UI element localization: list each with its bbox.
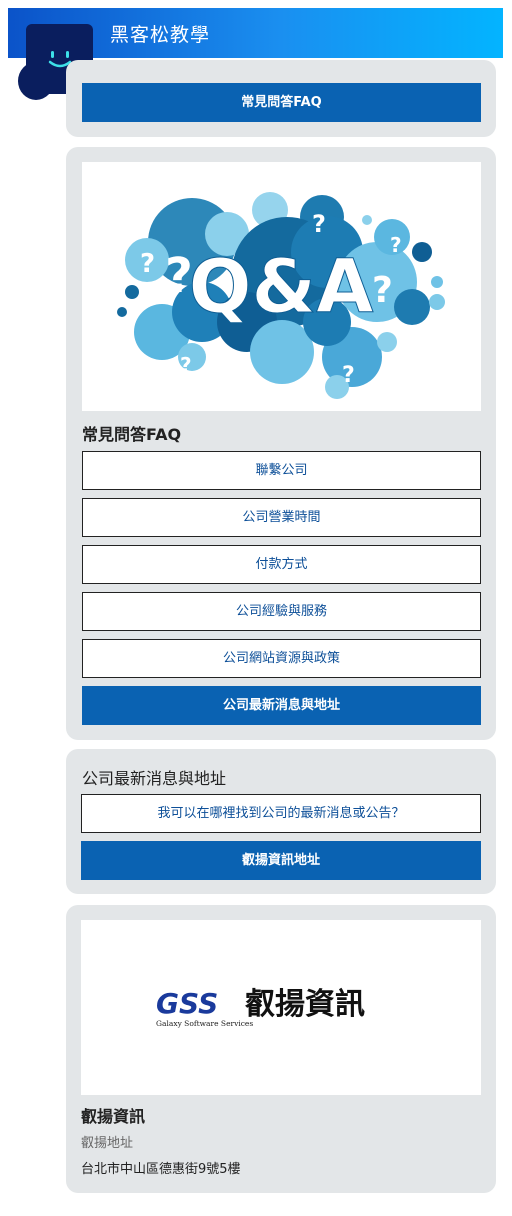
gss-address-button[interactable]: 叡揚資訊地址 — [81, 841, 481, 880]
faq-item-experience[interactable]: 公司經驗與服務 — [82, 592, 481, 631]
svg-text:?: ? — [140, 249, 155, 279]
svg-text:?: ? — [312, 210, 326, 238]
svg-text:?: ? — [180, 353, 192, 377]
faq-item-payment[interactable]: 付款方式 — [82, 545, 481, 584]
logo-mark: GSS — [156, 987, 218, 1020]
svg-text:?: ? — [390, 233, 402, 257]
logo-name: 叡揚資訊 — [244, 987, 365, 1022]
svg-text:?: ? — [372, 270, 393, 311]
faq-title: 常見問答FAQ — [82, 425, 182, 444]
news-card: 公司最新消息與地址 我可以在哪裡找到公司的最新消息或公告？ 叡揚資訊地址 — [66, 749, 496, 894]
address-label: 叡揚地址 — [81, 1136, 134, 1151]
faq-item-hours[interactable]: 公司營業時間 — [82, 498, 481, 537]
news-question-button[interactable]: 我可以在哪裡找到公司的最新消息或公告？ — [81, 794, 481, 833]
address-value: 台北市中山區德惠街9號5樓 — [81, 1162, 241, 1177]
faq-item-policies[interactable]: 公司網站資源與政策 — [82, 639, 481, 678]
logo-subtitle: Galaxy Software Services — [156, 1019, 253, 1028]
header-title: 黑客松教學 — [110, 24, 211, 46]
svg-text:?: ? — [342, 363, 355, 388]
news-address-button[interactable]: 公司最新消息與地址 — [82, 686, 481, 725]
news-title: 公司最新消息與地址 — [82, 769, 227, 788]
faq-item-contact[interactable]: 聯繫公司 — [82, 451, 481, 490]
faq-button[interactable]: 常見問答FAQ — [82, 83, 481, 122]
qa-illustration: ? ? ? ? ? ? ? Q&A — [82, 162, 481, 411]
company-card: GSS 叡揚資訊 Galaxy Software Services 叡揚資訊 叡… — [66, 905, 496, 1193]
qa-image-text: Q&A — [189, 244, 374, 330]
company-name: 叡揚資訊 — [81, 1107, 146, 1126]
company-logo: GSS 叡揚資訊 Galaxy Software Services — [81, 920, 481, 1095]
faq-card: ? ? ? ? ? ? ? Q&A 常見問答FAQ 聯繫公司 公司營業時間 付款… — [66, 147, 496, 740]
faq-intro-card: 常見問答FAQ — [66, 60, 496, 137]
